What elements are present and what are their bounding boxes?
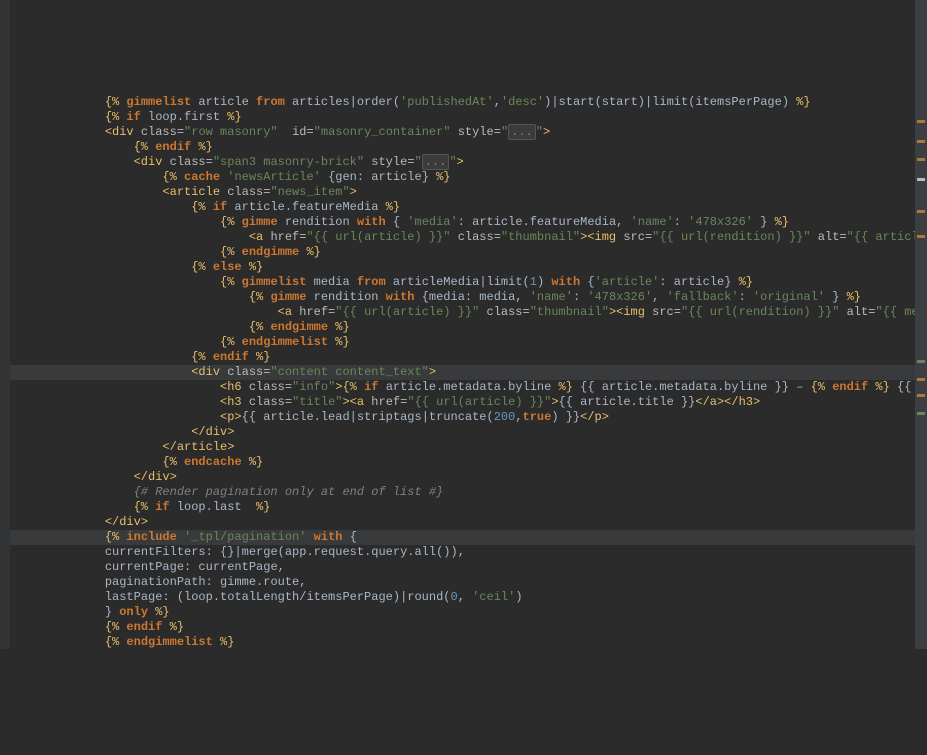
code-line[interactable]: currentFilters: {}|merge(app.request.que…	[8, 545, 927, 560]
code-line[interactable]: paginationPath: gimme.route,	[8, 575, 927, 590]
code-line[interactable]: <a href="{{ url(article) }}" class="thum…	[8, 305, 927, 320]
code-line[interactable]: {% endcache %}	[8, 455, 927, 470]
code-line[interactable]: currentPage: currentPage,	[8, 560, 927, 575]
code-line[interactable]: {% endif %}	[8, 620, 927, 635]
gutter	[0, 0, 10, 649]
code-line[interactable]: {% gimmelist media from articleMedia|lim…	[8, 275, 927, 290]
code-line[interactable]: {% include '_tpl/pagination' with {	[8, 530, 927, 545]
code-line[interactable]: <div class="row masonry" id="masonry_con…	[8, 125, 927, 140]
code-line[interactable]: {% if loop.first %}	[8, 110, 927, 125]
code-line[interactable]: <h6 class="info">{% if article.metadata.…	[8, 380, 927, 395]
code-line[interactable]: {% cache 'newsArticle' {gen: article} %}	[8, 170, 927, 185]
code-line[interactable]: <h3 class="title"><a href="{{ url(articl…	[8, 395, 927, 410]
code-line[interactable]: {% gimmelist article from articles|order…	[8, 95, 927, 110]
code-line[interactable]: {% endgimme %}	[8, 245, 927, 260]
code-line[interactable]: </div>	[8, 425, 927, 440]
scrollbar-mark[interactable]	[917, 394, 925, 397]
code-line[interactable]: </div>	[8, 515, 927, 530]
scrollbar-mark[interactable]	[917, 210, 925, 213]
code-line[interactable]: </article>	[8, 440, 927, 455]
scrollbar-mark[interactable]	[917, 360, 925, 363]
code-line[interactable]: {% gimme rendition with { 'media': artic…	[8, 215, 927, 230]
code-line[interactable]: {% endif %}	[8, 350, 927, 365]
code-line[interactable]: {% endgimmelist %}	[8, 335, 927, 350]
code-line[interactable]: {% if article.featureMedia %}	[8, 200, 927, 215]
code-line[interactable]: {% endgimme %}	[8, 320, 927, 335]
code-line[interactable]: <p>{{ article.lead|striptags|truncate(20…	[8, 410, 927, 425]
code-line[interactable]: lastPage: (loop.totalLength/itemsPerPage…	[8, 590, 927, 605]
scrollbar-mark[interactable]	[917, 140, 925, 143]
code-line[interactable]: } only %}	[8, 605, 927, 620]
code-line[interactable]: {# Render pagination only at end of list…	[8, 485, 927, 500]
code-line[interactable]: <article class="news_item">	[8, 185, 927, 200]
code-line[interactable]: {% endif %}	[8, 140, 927, 155]
scrollbar-mark[interactable]	[917, 412, 925, 415]
code-line[interactable]: <a href="{{ url(article) }}" class="thum…	[8, 230, 927, 245]
scrollbar-mark[interactable]	[917, 120, 925, 123]
code-line[interactable]: {% endgimmelist %}	[8, 635, 927, 650]
code-line[interactable]: {% else %}	[8, 260, 927, 275]
code-line[interactable]: <div class="content content_text">	[8, 365, 927, 380]
scrollbar-mark[interactable]	[917, 178, 925, 181]
code-line[interactable]: {% gimme rendition with {media: media, '…	[8, 290, 927, 305]
code-line[interactable]: <div class="span3 masonry-brick" style="…	[8, 155, 927, 170]
code-editor[interactable]: {% gimmelist article from articles|order…	[0, 90, 927, 650]
scrollbar-track[interactable]	[915, 0, 927, 649]
scrollbar-mark[interactable]	[917, 235, 925, 238]
scrollbar-mark[interactable]	[917, 378, 925, 381]
scrollbar-mark[interactable]	[917, 158, 925, 161]
code-line[interactable]: </div>	[8, 470, 927, 485]
code-line[interactable]: {% if loop.last %}	[8, 500, 927, 515]
